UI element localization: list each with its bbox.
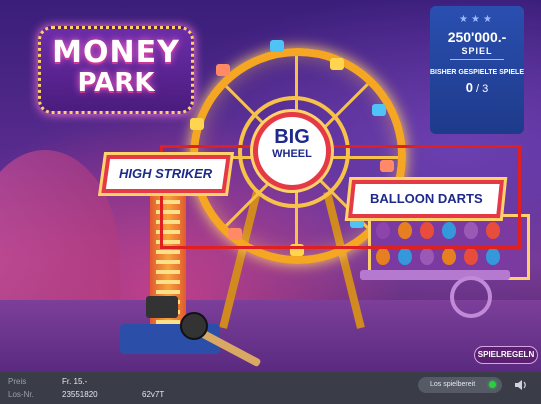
- stall-cart: [360, 270, 510, 280]
- mallet-icon: [180, 312, 208, 340]
- ticket-number: 23551820: [62, 390, 98, 399]
- ticket-label: Los-Nr.: [8, 390, 34, 399]
- status-dot-icon: [489, 381, 496, 388]
- jackpot-unit: SPIEL: [450, 46, 504, 60]
- balloon-icon: [464, 248, 478, 265]
- balloon-icon: [398, 248, 412, 265]
- ticket-status-badge: Los spielbereit: [418, 377, 502, 393]
- played-games-label: BISHER GESPIELTE SPIELE: [430, 69, 525, 76]
- stars-icon: ★★★: [459, 14, 495, 25]
- cart-wheel-icon: [450, 276, 492, 318]
- gondola: [216, 64, 230, 76]
- rules-button[interactable]: SPIELREGELN: [474, 346, 538, 364]
- price-label: Preis: [8, 377, 27, 386]
- big-wheel-label-1: BIG: [274, 126, 310, 148]
- played-count: 0: [465, 80, 473, 95]
- gondola: [270, 40, 284, 52]
- jackpot-panel: ★★★ 250'000.- SPIEL BISHER GESPIELTE SPI…: [430, 6, 524, 134]
- played-total: / 3: [476, 83, 489, 95]
- balloon-icon: [486, 248, 500, 265]
- balloon-darts-label: BALLOON DARTS: [369, 191, 483, 206]
- striker-pad: [146, 296, 178, 318]
- high-striker-game-button[interactable]: HIGH STRIKER: [101, 155, 231, 193]
- balloon-icon: [376, 248, 390, 265]
- speaker-icon[interactable]: [514, 378, 528, 392]
- game-scene: MONEY PARK BIG WHEEL HIGH STRIKER BALLOO…: [0, 0, 541, 372]
- gondola: [330, 58, 344, 70]
- high-striker-label: HIGH STRIKER: [119, 166, 213, 181]
- big-wheel-label-2: WHEEL: [272, 148, 312, 160]
- logo-line-2: PARK: [77, 68, 155, 98]
- balloon-darts-game-button[interactable]: BALLOON DARTS: [348, 180, 504, 218]
- price-value: Fr. 15.-: [62, 377, 88, 386]
- big-wheel-game-button[interactable]: BIG WHEEL: [253, 112, 331, 190]
- balloon-icon: [442, 248, 456, 265]
- balloon-icon: [420, 248, 434, 265]
- gondola: [372, 104, 386, 116]
- played-games-counter: 0 / 3: [430, 80, 524, 95]
- gondola: [190, 118, 204, 130]
- money-park-logo: MONEY PARK: [38, 26, 194, 114]
- ticket-code: 62v7T: [142, 390, 165, 399]
- jackpot-amount: 250'000.-: [447, 29, 507, 45]
- ticket-status-text: Los spielbereit: [430, 381, 476, 388]
- logo-line-1: MONEY: [52, 35, 180, 70]
